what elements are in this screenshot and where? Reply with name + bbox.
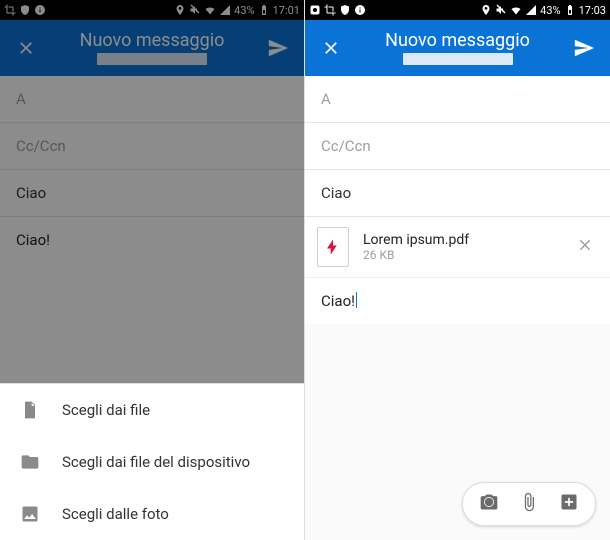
close-button[interactable] [8,38,44,58]
shield-icon [19,4,31,16]
close-icon [16,38,36,58]
screen-left: 43% 17:01 Nuovo messaggio A Cc/Ccn [0,0,305,540]
clock-text: 17:03 [579,4,606,17]
wifi-icon [204,4,216,16]
battery-icon [258,4,270,16]
sheet-item-label: Scegli dalle foto [62,505,169,523]
paperclip-button[interactable] [519,492,539,516]
close-button[interactable] [313,38,349,58]
camera-app-icon [309,4,321,16]
signal-icon [525,4,537,16]
sheet-item-label: Scegli dai file del dispositivo [62,453,250,471]
dimmed-area: 43% 17:01 Nuovo messaggio A Cc/Ccn [0,0,304,417]
cc-field[interactable]: Cc/Ccn [0,123,304,170]
folder-icon [20,452,40,472]
shield-icon [339,4,351,16]
app-bar: Nuovo messaggio [0,20,304,76]
info-icon [354,4,366,16]
camera-button[interactable] [479,492,499,516]
status-right-icons: 43% 17:01 [174,4,300,17]
camera-icon [479,492,499,512]
crop-icon [4,4,16,16]
sheet-item-label: Scegli dai file [62,401,150,419]
add-box-icon [559,492,579,512]
mute-icon [495,4,507,16]
battery-icon [564,4,576,16]
attach-toolbar [462,482,596,526]
add-media-button[interactable] [559,492,579,516]
clock-text: 17:01 [273,4,300,17]
attachment-row: Lorem ipsum.pdf 26 KB [305,217,610,278]
screen-right: 43% 17:03 Nuovo messaggio A Cc/Ccn Ciao [305,0,610,540]
send-button[interactable] [566,37,602,59]
appbar-title-wrap: Nuovo messaggio [349,31,566,65]
appbar-subtitle-redacted [97,53,207,65]
info-icon [34,4,46,16]
battery-text: 43% [234,4,254,17]
status-bar: 43% 17:01 [0,0,304,20]
battery-text: 43% [540,4,560,17]
status-left-icons [4,4,46,16]
appbar-subtitle-redacted [403,53,513,65]
to-field[interactable]: A [305,76,610,123]
app-bar: Nuovo messaggio [305,20,610,76]
attachment-sheet: Scegli dai file Scegli dai file del disp… [0,383,304,540]
image-icon [20,504,40,524]
send-icon [267,37,289,59]
cc-field[interactable]: Cc/Ccn [305,123,610,170]
close-icon [576,236,594,254]
attachment-name: Lorem ipsum.pdf [363,232,562,248]
send-icon [573,37,595,59]
attachment-size: 26 KB [363,248,562,262]
subject-field[interactable]: Ciao [0,170,304,217]
to-field[interactable]: A [0,76,304,123]
stage: 43% 17:01 Nuovo messaggio A Cc/Ccn [0,0,610,540]
location-icon [174,4,186,16]
paperclip-icon [519,492,539,512]
attachment-thumb[interactable] [317,227,349,267]
body-field[interactable]: Ciao! [305,278,610,324]
status-bar: 43% 17:03 [305,0,610,20]
subject-field[interactable]: Ciao [305,170,610,217]
remove-attachment-button[interactable] [576,236,594,258]
close-icon [321,38,341,58]
appbar-title: Nuovo messaggio [385,31,530,51]
send-button[interactable] [260,37,296,59]
wifi-icon [510,4,522,16]
file-icon [20,400,40,420]
location-icon [480,4,492,16]
sheet-item-choose-photos[interactable]: Scegli dalle foto [0,488,304,540]
status-right-icons: 43% 17:03 [480,4,606,17]
status-left-icons [309,4,366,16]
sheet-item-choose-files[interactable]: Scegli dai file [0,384,304,436]
mute-icon [189,4,201,16]
sheet-item-choose-device-files[interactable]: Scegli dai file del dispositivo [0,436,304,488]
pdf-icon [324,238,342,256]
appbar-title-wrap: Nuovo messaggio [44,31,260,65]
signal-icon [219,4,231,16]
crop-icon [324,4,336,16]
appbar-title: Nuovo messaggio [80,31,225,51]
attachment-meta: Lorem ipsum.pdf 26 KB [363,232,562,262]
